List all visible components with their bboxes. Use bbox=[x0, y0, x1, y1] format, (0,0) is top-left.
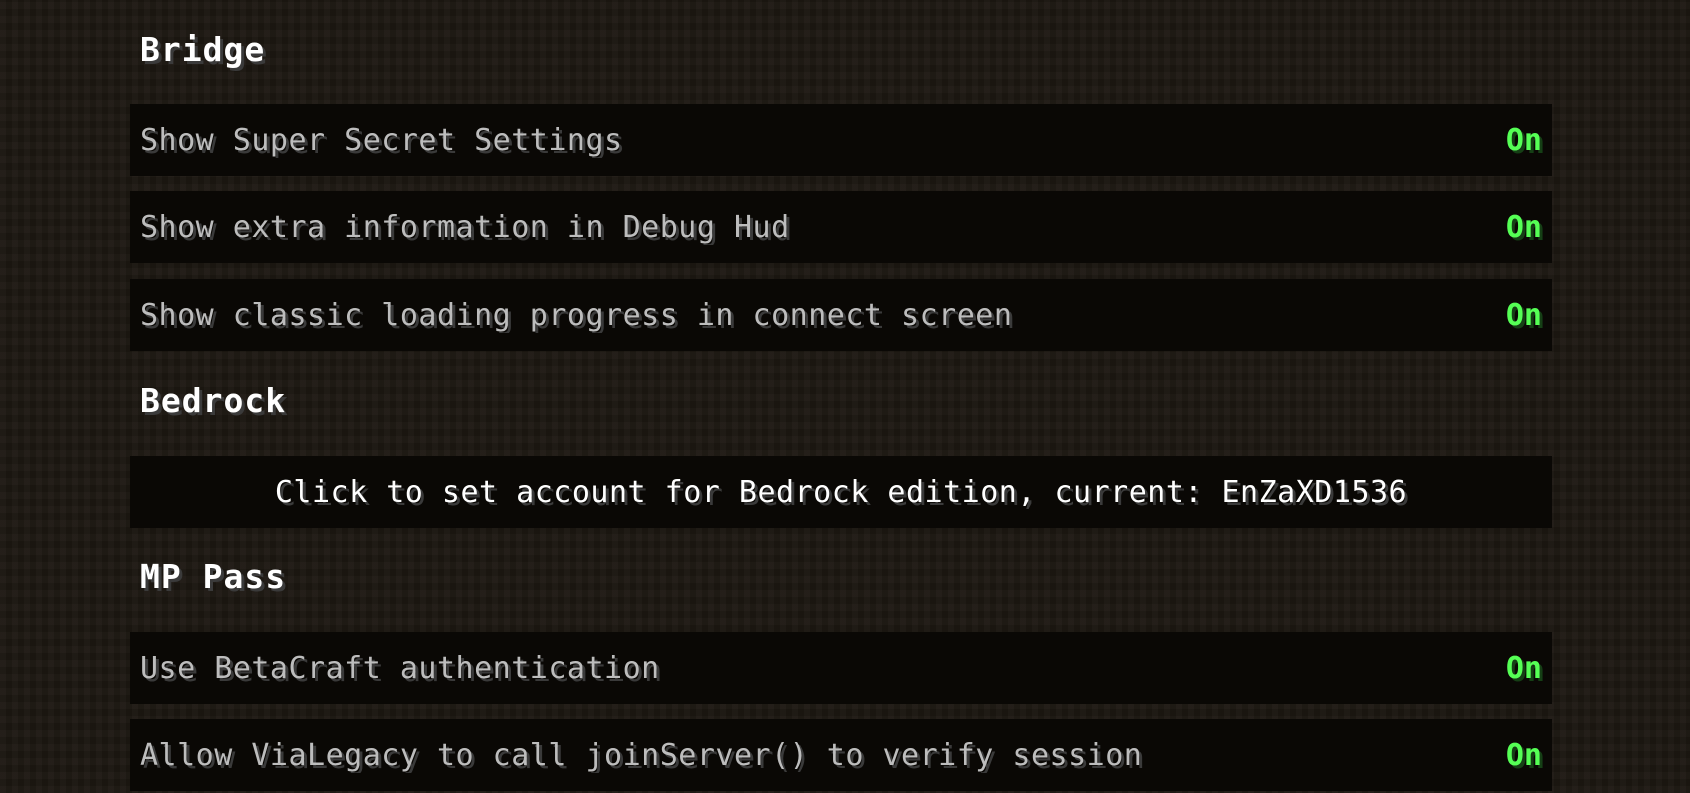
option-value-toggle[interactable]: On bbox=[1506, 651, 1552, 686]
bedrock-account-button-label: Click to set account for Bedrock edition… bbox=[274, 474, 1408, 510]
option-row-show-classic-loading-progress[interactable]: Show classic loading progress in connect… bbox=[130, 279, 1552, 351]
option-row-show-super-secret-settings[interactable]: Show Super Secret Settings On bbox=[130, 104, 1552, 176]
bedrock-account-button[interactable]: Click to set account for Bedrock edition… bbox=[130, 456, 1552, 528]
settings-list: Bridge Show Super Secret Settings On Sho… bbox=[130, 0, 1552, 793]
option-value-toggle[interactable]: On bbox=[1506, 738, 1552, 773]
section-title-mp-pass: MP Pass bbox=[140, 557, 287, 596]
option-label: Allow ViaLegacy to call joinServer() to … bbox=[140, 737, 1143, 773]
option-value-toggle[interactable]: On bbox=[1506, 123, 1552, 158]
option-label: Show Super Secret Settings bbox=[140, 122, 623, 158]
section-title-bridge: Bridge bbox=[140, 30, 266, 69]
option-row-show-extra-debug-info[interactable]: Show extra information in Debug Hud On bbox=[130, 191, 1552, 263]
option-value-toggle[interactable]: On bbox=[1506, 298, 1552, 333]
option-value-toggle[interactable]: On bbox=[1506, 210, 1552, 245]
section-title-bedrock: Bedrock bbox=[140, 381, 287, 420]
option-label: Show classic loading progress in connect… bbox=[140, 297, 1013, 333]
option-row-use-betacraft-auth[interactable]: Use BetaCraft authentication On bbox=[130, 632, 1552, 704]
option-label: Show extra information in Debug Hud bbox=[140, 209, 790, 245]
option-label: Use BetaCraft authentication bbox=[140, 650, 660, 686]
option-row-allow-joinserver-verify[interactable]: Allow ViaLegacy to call joinServer() to … bbox=[130, 719, 1552, 791]
